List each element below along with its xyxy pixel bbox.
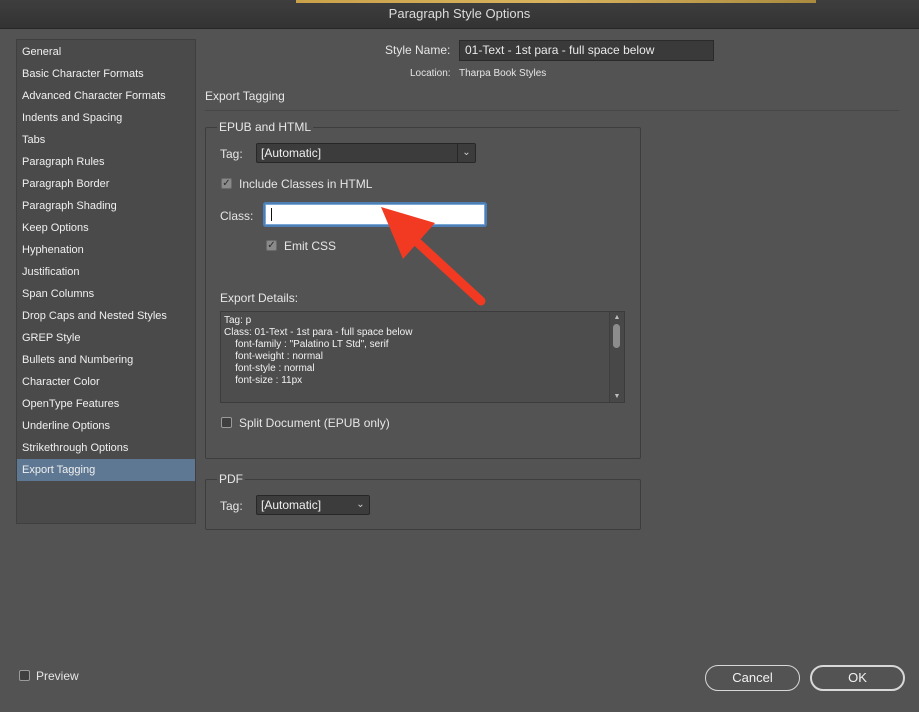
location-value: Tharpa Book Styles [459, 68, 547, 79]
details-scrollbar[interactable]: ▲ ▼ [609, 312, 624, 402]
sidebar-item-indents-and-spacing[interactable]: Indents and Spacing [17, 107, 195, 129]
sidebar-item-paragraph-border[interactable]: Paragraph Border [17, 173, 195, 195]
epub-tag-label: Tag: [220, 147, 243, 161]
chevron-down-icon: ⌄ [457, 144, 475, 162]
category-sidebar: General Basic Character Formats Advanced C… [16, 39, 196, 524]
export-details-line: font-family : "Palatino LT Std", serif [224, 339, 389, 350]
export-details-line: Tag: p [224, 315, 252, 326]
include-classes-label: Include Classes in HTML [239, 177, 373, 191]
location-label: Location: [410, 68, 451, 79]
sidebar-item-opentype-features[interactable]: OpenType Features [17, 393, 195, 415]
export-details-text: Tag: p Class: 01-Text - 1st para - full s… [224, 315, 412, 387]
pdf-tag-label: Tag: [220, 499, 243, 513]
include-classes-checkbox[interactable]: ✓ [221, 178, 232, 189]
sidebar-item-advanced-character-formats[interactable]: Advanced Character Formats [17, 85, 195, 107]
section-title: Export Tagging [205, 89, 285, 103]
pdf-tag-select[interactable]: [Automatic] ⌄ [256, 495, 370, 515]
title-bar: Paragraph Style Options [0, 0, 919, 29]
sidebar-item-paragraph-rules[interactable]: Paragraph Rules [17, 151, 195, 173]
window-title: Paragraph Style Options [388, 6, 531, 21]
sidebar-item-bullets-and-numbering[interactable]: Bullets and Numbering [17, 349, 195, 371]
sidebar-item-character-color[interactable]: Character Color [17, 371, 195, 393]
epub-tag-select[interactable]: [Automatic] ⌄ [256, 143, 476, 163]
sidebar-item-span-columns[interactable]: Span Columns [17, 283, 195, 305]
pdf-tag-value: [Automatic] [261, 498, 322, 512]
epub-group-title: EPUB and HTML [217, 120, 314, 134]
background-window-strip [296, 0, 816, 3]
scroll-thumb[interactable] [613, 324, 620, 348]
export-details-line: Class: 01-Text - 1st para - full space b… [224, 327, 413, 338]
scroll-down-icon[interactable]: ▼ [610, 392, 624, 401]
sidebar-item-justification[interactable]: Justification [17, 261, 195, 283]
category-list: General Basic Character Formats Advanced C… [17, 40, 195, 481]
emit-css-checkbox[interactable]: ✓ [266, 240, 277, 251]
style-name-input[interactable]: 01-Text - 1st para - full space below [459, 40, 714, 61]
sidebar-item-strikethrough-options[interactable]: Strikethrough Options [17, 437, 195, 459]
text-caret [271, 208, 272, 221]
sidebar-item-basic-character-formats[interactable]: Basic Character Formats [17, 63, 195, 85]
preview-label: Preview [36, 669, 79, 683]
cancel-button[interactable]: Cancel [705, 665, 800, 691]
style-name-label: Style Name: [385, 43, 451, 57]
chevron-down-icon: ⌄ [356, 499, 365, 510]
red-arrow-icon [381, 207, 486, 306]
checkmark-icon: ✓ [267, 240, 276, 251]
sidebar-item-keep-options[interactable]: Keep Options [17, 217, 195, 239]
class-label: Class: [220, 209, 254, 223]
sidebar-item-hyphenation[interactable]: Hyphenation [17, 239, 195, 261]
sidebar-item-drop-caps-and-nested-styles[interactable]: Drop Caps and Nested Styles [17, 305, 195, 327]
sidebar-item-export-tagging[interactable]: Export Tagging [17, 459, 195, 481]
split-document-label: Split Document (EPUB only) [239, 416, 390, 430]
sidebar-item-grep-style[interactable]: GREP Style [17, 327, 195, 349]
export-details-line: font-size : 11px [224, 375, 303, 386]
emit-css-label: Emit CSS [284, 239, 337, 253]
ok-button[interactable]: OK [810, 665, 905, 691]
sidebar-item-general[interactable]: General [17, 41, 195, 63]
sidebar-item-paragraph-shading[interactable]: Paragraph Shading [17, 195, 195, 217]
epub-tag-value: [Automatic] [261, 146, 322, 160]
export-details-label: Export Details: [220, 291, 299, 305]
section-divider [205, 110, 899, 111]
export-details-line: font-style : normal [224, 363, 315, 374]
export-details-box[interactable]: Tag: p Class: 01-Text - 1st para - full s… [220, 311, 625, 403]
sidebar-item-underline-options[interactable]: Underline Options [17, 415, 195, 437]
preview-checkbox[interactable] [19, 670, 30, 681]
checkmark-icon: ✓ [222, 178, 231, 189]
sidebar-item-tabs[interactable]: Tabs [17, 129, 195, 151]
scroll-up-icon[interactable]: ▲ [610, 313, 624, 322]
export-details-line: font-weight : normal [224, 351, 323, 362]
split-document-checkbox[interactable] [221, 417, 232, 428]
pdf-group-title: PDF [217, 472, 245, 486]
